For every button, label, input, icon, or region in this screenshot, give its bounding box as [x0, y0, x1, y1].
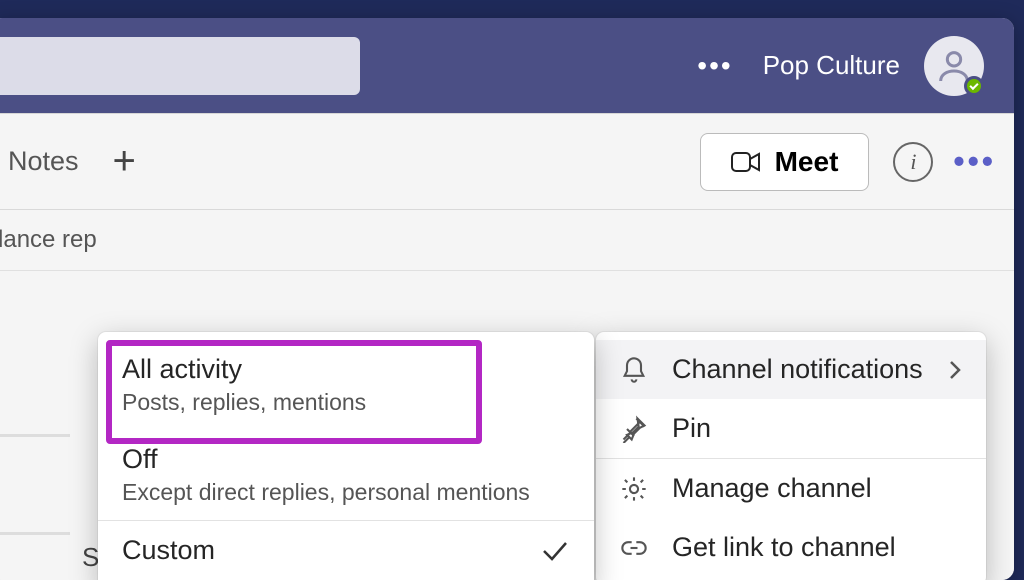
meet-button[interactable]: Meet [700, 133, 870, 191]
gear-icon [620, 475, 672, 503]
presence-available-icon [964, 76, 984, 96]
cutoff-text: S [82, 542, 99, 573]
list-divider [0, 532, 70, 535]
pin-icon [620, 415, 672, 443]
link-icon [620, 534, 672, 562]
tab-bar: Notes + Meet i ••• [0, 114, 1014, 210]
menu-item-custom[interactable]: Custom [98, 521, 594, 580]
bell-icon [620, 356, 672, 384]
menu-item-get-link[interactable]: Get link to channel [596, 518, 986, 577]
menu-item-all-activity[interactable]: All activity Posts, replies, mentions [98, 340, 594, 430]
menu-item-pin[interactable]: Pin [596, 399, 986, 458]
menu-label: Get link to channel [672, 532, 962, 563]
menu-item-manage-channel[interactable]: Manage channel [596, 459, 986, 518]
channel-options-menu: Channel notifications Pin [596, 332, 986, 580]
video-icon [731, 150, 761, 174]
title-bar: ••• Pop Culture [0, 18, 1014, 113]
tab-notes[interactable]: Notes [8, 146, 79, 177]
menu-label: Channel notifications [672, 354, 938, 385]
app-window: ••• Pop Culture Notes + Meet [0, 18, 1014, 580]
add-tab-button[interactable]: + [113, 139, 136, 184]
check-icon [540, 539, 570, 563]
header-more-icon[interactable]: ••• [697, 50, 732, 82]
info-icon[interactable]: i [893, 142, 933, 182]
reply-fragment: dance rep [0, 210, 1014, 271]
search-input[interactable] [0, 37, 360, 95]
team-name-label: Pop Culture [763, 50, 900, 81]
channel-more-icon[interactable]: ••• [953, 143, 996, 180]
meet-label: Meet [775, 146, 839, 178]
menu-label: Pin [672, 413, 962, 444]
option-desc: Except direct replies, personal mentions [122, 479, 570, 506]
menu-item-channel-notifications[interactable]: Channel notifications [596, 340, 986, 399]
option-title: All activity [122, 354, 570, 385]
profile-avatar[interactable] [924, 36, 984, 96]
option-desc: Posts, replies, mentions [122, 389, 570, 416]
option-title: Off [122, 444, 570, 475]
chevron-right-icon [948, 359, 962, 381]
option-title: Custom [122, 535, 540, 566]
list-divider [0, 434, 70, 437]
menu-item-off[interactable]: Off Except direct replies, personal ment… [98, 430, 594, 520]
main-content: Notes + Meet i ••• dance rep S [0, 113, 1014, 580]
notification-submenu: All activity Posts, replies, mentions Of… [98, 332, 594, 580]
menu-label: Manage channel [672, 473, 962, 504]
